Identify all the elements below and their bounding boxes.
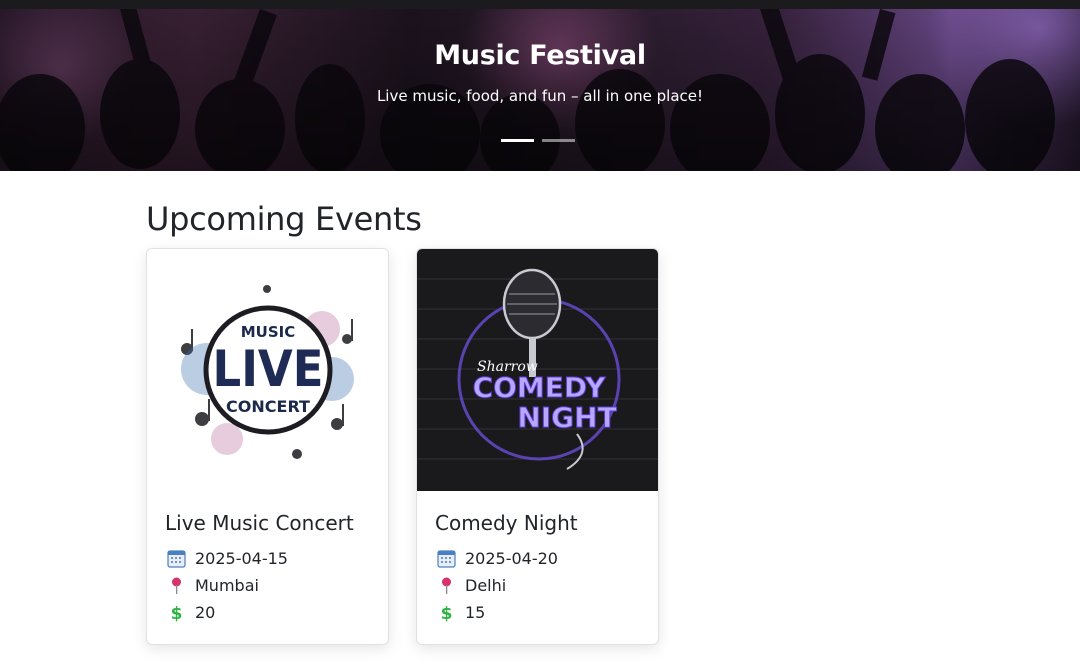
image-text-night: NIGHT bbox=[517, 401, 616, 434]
calendar-icon bbox=[437, 549, 456, 568]
event-price: 20 bbox=[195, 603, 216, 622]
carousel-indicator-1[interactable] bbox=[501, 139, 534, 142]
image-text-concert: CONCERT bbox=[226, 397, 310, 416]
event-card[interactable]: MUSIC LIVE CONCERT Live Music Concert 20… bbox=[146, 248, 389, 645]
event-title: Live Music Concert bbox=[165, 511, 354, 535]
live-music-concert-image: MUSIC LIVE CONCERT bbox=[147, 249, 388, 491]
event-title: Comedy Night bbox=[435, 511, 578, 535]
image-text-live: LIVE bbox=[213, 340, 324, 398]
event-date: 2025-04-15 bbox=[195, 549, 288, 568]
calendar-icon bbox=[167, 549, 186, 568]
event-location-row: Mumbai bbox=[167, 576, 259, 595]
event-date-row: 2025-04-15 bbox=[167, 549, 288, 568]
svg-text:$: $ bbox=[171, 604, 183, 622]
dollar-icon: $ bbox=[167, 603, 186, 622]
event-location-row: Delhi bbox=[437, 576, 506, 595]
event-price-row: $ 15 bbox=[437, 603, 486, 622]
event-card[interactable]: Sharrow COMEDY NIGHT Comedy Night 2025-0… bbox=[416, 248, 659, 645]
event-date: 2025-04-20 bbox=[465, 549, 558, 568]
pushpin-icon bbox=[167, 576, 186, 595]
browser-top-strip bbox=[0, 0, 1080, 9]
image-text-music: MUSIC bbox=[241, 323, 296, 341]
image-text-comedy: COMEDY bbox=[473, 371, 607, 404]
dollar-icon: $ bbox=[437, 603, 456, 622]
pushpin-icon bbox=[437, 576, 456, 595]
hero-subtitle: Live music, food, and fun – all in one p… bbox=[376, 87, 704, 105]
hero-carousel[interactable]: Music Festival Live music, food, and fun… bbox=[0, 9, 1080, 171]
event-date-row: 2025-04-20 bbox=[437, 549, 558, 568]
event-location: Mumbai bbox=[195, 576, 259, 595]
event-price-row: $ 20 bbox=[167, 603, 216, 622]
carousel-indicators bbox=[501, 139, 575, 142]
svg-text:$: $ bbox=[441, 604, 453, 622]
comedy-night-image: Sharrow COMEDY NIGHT bbox=[417, 249, 658, 491]
hero-title: Music Festival bbox=[434, 40, 646, 71]
section-title: Upcoming Events bbox=[146, 200, 422, 238]
event-location: Delhi bbox=[465, 576, 507, 595]
carousel-indicator-2[interactable] bbox=[542, 139, 575, 142]
event-price: 15 bbox=[465, 603, 486, 622]
